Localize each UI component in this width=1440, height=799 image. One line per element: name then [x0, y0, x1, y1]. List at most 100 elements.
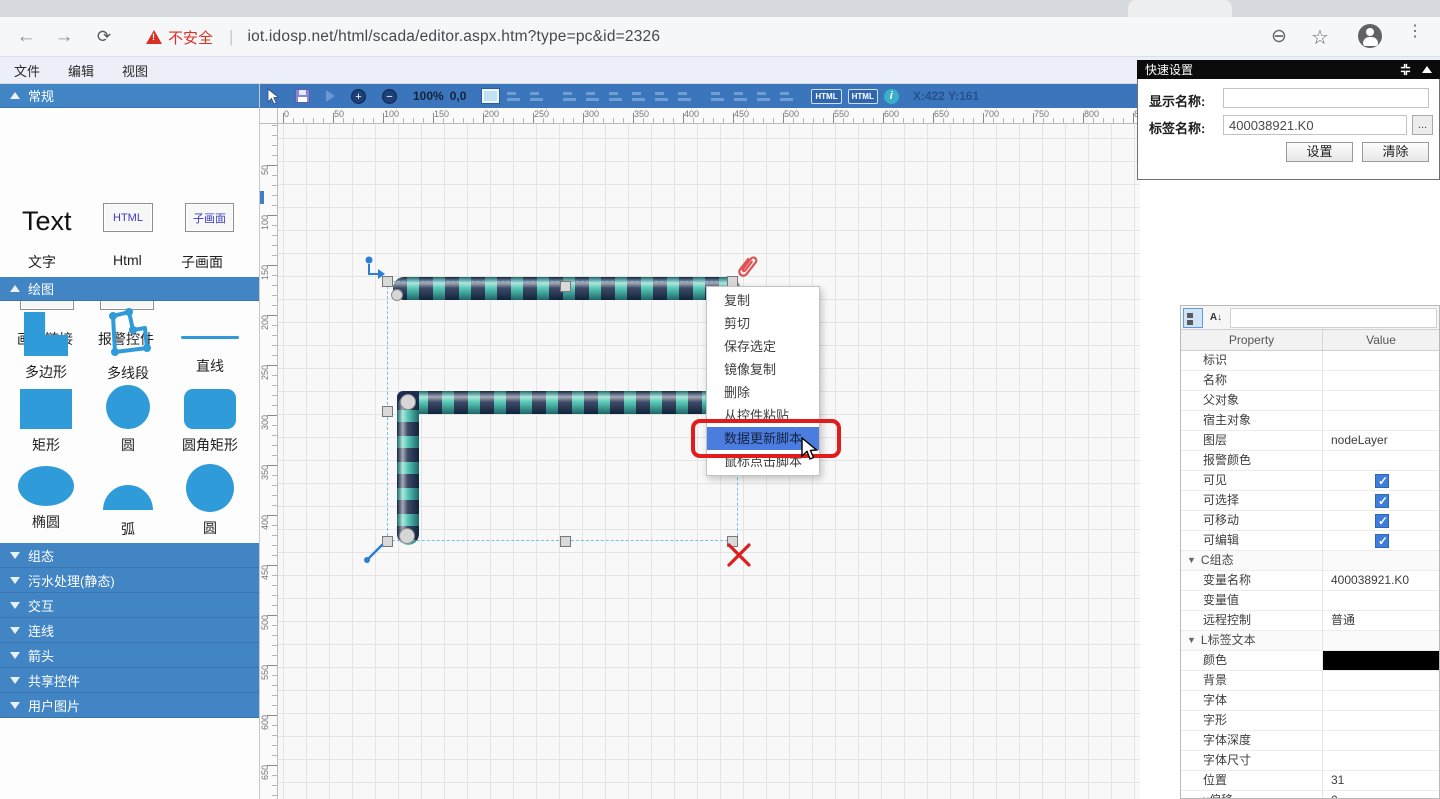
- subscreen-widget-button[interactable]: 子画面: [185, 203, 234, 232]
- checkbox-checked-icon[interactable]: [1375, 494, 1389, 508]
- property-value[interactable]: [1323, 651, 1439, 670]
- property-row[interactable]: 可见: [1181, 471, 1439, 491]
- color-swatch[interactable]: [1323, 651, 1439, 670]
- property-value[interactable]: [1323, 511, 1439, 530]
- screen-settings-icon[interactable]: [482, 89, 499, 103]
- shape-line[interactable]: 直线: [170, 312, 250, 376]
- context-menu-item-4[interactable]: 删除: [707, 381, 819, 404]
- sidebar-section-collapsed-3[interactable]: 连线: [0, 618, 259, 643]
- save-icon[interactable]: [295, 89, 310, 103]
- tag-browse-button[interactable]: ...: [1412, 115, 1433, 135]
- browser-tab[interactable]: [1128, 0, 1232, 17]
- shape-polygon[interactable]: 多边形: [6, 312, 86, 382]
- sidebar-section-drawing[interactable]: 绘图: [0, 277, 259, 301]
- tag-name-input[interactable]: [1223, 115, 1407, 135]
- menubar-item-2[interactable]: 视图: [108, 57, 162, 83]
- shape-circle[interactable]: 圆: [88, 385, 168, 455]
- property-value[interactable]: [1323, 491, 1439, 510]
- sidebar-section-collapsed-0[interactable]: 组态: [0, 543, 259, 568]
- shape-arc[interactable]: 弧: [88, 466, 168, 539]
- menubar-item-0[interactable]: 文件: [0, 57, 54, 83]
- property-value[interactable]: [1323, 631, 1439, 650]
- same-height-icon[interactable]: [732, 89, 749, 104]
- property-row[interactable]: 名称: [1181, 371, 1439, 391]
- property-row[interactable]: 报警颜色: [1181, 451, 1439, 471]
- collapse-panel-icon[interactable]: [1422, 66, 1432, 73]
- sidebar-section-collapsed-2[interactable]: 交互: [0, 593, 259, 618]
- text-widget-preview[interactable]: Text: [22, 206, 72, 237]
- property-row[interactable]: 背景: [1181, 671, 1439, 691]
- property-value[interactable]: [1323, 711, 1439, 730]
- checkbox-checked-icon[interactable]: [1375, 474, 1389, 488]
- property-row[interactable]: ▼L标签文本: [1181, 631, 1439, 651]
- property-row[interactable]: 图层nodeLayer: [1181, 431, 1439, 451]
- same-width-icon[interactable]: [709, 89, 726, 104]
- property-value[interactable]: [1323, 671, 1439, 690]
- align-middle-icon[interactable]: [653, 89, 670, 104]
- browser-menu-icon[interactable]: ⋮: [1403, 28, 1427, 52]
- selection-handle-tm[interactable]: [560, 281, 571, 292]
- dock-icon[interactable]: [1399, 63, 1412, 76]
- copy-icon[interactable]: [505, 89, 522, 104]
- property-row[interactable]: 变量名称400038921.K0: [1181, 571, 1439, 591]
- property-value[interactable]: [1323, 411, 1439, 430]
- same-size-icon[interactable]: [755, 89, 772, 104]
- align-top-icon[interactable]: [630, 89, 647, 104]
- delete-x-icon[interactable]: [725, 541, 753, 569]
- run-icon[interactable]: [326, 90, 335, 102]
- property-row[interactable]: 标识: [1181, 351, 1439, 371]
- profile-avatar[interactable]: [1358, 24, 1382, 48]
- forward-icon[interactable]: →: [52, 25, 76, 49]
- property-row[interactable]: 字形: [1181, 711, 1439, 731]
- shape-rect[interactable]: 矩形: [6, 389, 86, 455]
- paste-icon[interactable]: [528, 89, 545, 104]
- alphabetical-sort-icon[interactable]: A↓: [1206, 308, 1226, 328]
- context-menu-item-0[interactable]: 复制: [707, 289, 819, 312]
- property-row[interactable]: 变量值: [1181, 591, 1439, 611]
- checkbox-checked-icon[interactable]: [1375, 514, 1389, 528]
- sidebar-section-general[interactable]: 常规: [0, 84, 259, 108]
- property-row[interactable]: 字体深度: [1181, 731, 1439, 751]
- property-row[interactable]: ▼C组态: [1181, 551, 1439, 571]
- categorized-view-icon[interactable]: [1183, 308, 1203, 328]
- property-value[interactable]: [1323, 751, 1439, 770]
- property-row[interactable]: x偏移0: [1181, 791, 1439, 799]
- zoom-out-page-icon[interactable]: [1271, 25, 1295, 49]
- sidebar-section-collapsed-6[interactable]: 用户图片: [0, 693, 259, 718]
- context-menu-item-3[interactable]: 镜像复制: [707, 358, 819, 381]
- bookmark-star-icon[interactable]: [1311, 25, 1335, 49]
- selection-handle-bm[interactable]: [560, 536, 571, 547]
- properties-search-box[interactable]: [1230, 308, 1437, 328]
- property-value[interactable]: nodeLayer: [1323, 431, 1439, 450]
- property-value[interactable]: [1323, 691, 1439, 710]
- group-collapse-icon[interactable]: ▼: [1187, 631, 1196, 650]
- sidebar-section-collapsed-4[interactable]: 箭头: [0, 643, 259, 668]
- align-right-icon[interactable]: [607, 89, 624, 104]
- group-collapse-icon[interactable]: ▼: [1187, 551, 1196, 570]
- shape-ellipse[interactable]: 椭圆: [6, 466, 86, 532]
- property-value[interactable]: [1323, 471, 1439, 490]
- property-value[interactable]: [1323, 451, 1439, 470]
- pipe-corner-joint[interactable]: [400, 394, 416, 410]
- property-value[interactable]: [1323, 591, 1439, 610]
- property-row[interactable]: 位置31: [1181, 771, 1439, 791]
- pipe-joint[interactable]: [391, 289, 403, 301]
- selection-handle-ml[interactable]: [382, 406, 393, 417]
- zoom-out-icon[interactable]: −: [382, 89, 397, 104]
- context-menu-item-1[interactable]: 剪切: [707, 312, 819, 335]
- shape-polyline[interactable]: 多线段: [88, 308, 168, 383]
- shape-rounded-rect[interactable]: 圆角矩形: [170, 389, 250, 455]
- pipe-end-joint[interactable]: [399, 528, 415, 544]
- checkbox-checked-icon[interactable]: [1375, 534, 1389, 548]
- reload-icon[interactable]: ⟳: [92, 25, 116, 49]
- property-row[interactable]: 颜色: [1181, 651, 1439, 671]
- property-row[interactable]: 父对象: [1181, 391, 1439, 411]
- info-icon[interactable]: i: [884, 89, 899, 104]
- property-value[interactable]: [1323, 351, 1439, 370]
- zoom-in-icon[interactable]: +: [351, 89, 366, 104]
- clear-button[interactable]: 清除: [1362, 142, 1429, 162]
- property-value[interactable]: [1323, 391, 1439, 410]
- quick-settings-titlebar[interactable]: 快速设置: [1137, 60, 1440, 79]
- property-row[interactable]: 可选择: [1181, 491, 1439, 511]
- url-text[interactable]: iot.idosp.net/html/scada/editor.aspx.htm…: [247, 28, 660, 46]
